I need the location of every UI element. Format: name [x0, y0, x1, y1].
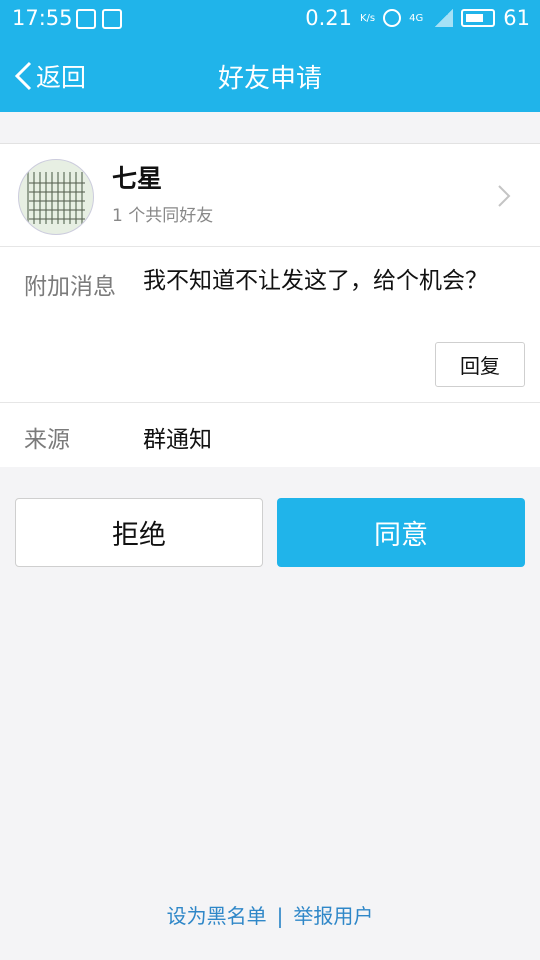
avatar-pattern-rows	[29, 180, 85, 220]
net-speed: 0.21	[305, 6, 352, 30]
accept-button[interactable]: 同意	[277, 498, 525, 567]
message-section: 附加消息 我不知道不让发这了，给个机会？ 回复	[0, 247, 540, 403]
page-title: 好友申请	[217, 64, 322, 94]
mutual-friends: 1 个共同好友	[112, 206, 214, 226]
user-name: 七星	[112, 164, 163, 193]
reject-button[interactable]: 拒绝	[15, 498, 263, 567]
network-type: 4G	[409, 12, 424, 24]
reply-button[interactable]: 回复	[435, 342, 525, 387]
chevron-right-icon	[498, 185, 511, 207]
status-time: 17:55	[12, 6, 73, 30]
notification-icon	[76, 9, 96, 29]
source-section: 来源 群通知	[0, 403, 540, 467]
status-bar: 17:55 0.21 K/s 4G 61	[0, 0, 540, 38]
footer-links: 设为黑名单 | 举报用户	[0, 900, 540, 929]
status-right: 0.21 K/s 4G 61	[305, 6, 530, 30]
blacklist-link[interactable]: 设为黑名单	[167, 904, 267, 928]
profile-row[interactable]: 七星 1 个共同好友	[0, 143, 540, 247]
upload-icon	[102, 9, 122, 29]
message-label: 附加消息	[24, 274, 116, 300]
battery-icon	[461, 9, 496, 27]
report-link[interactable]: 举报用户	[293, 904, 373, 928]
battery-level: 61	[503, 6, 530, 30]
avatar[interactable]	[18, 159, 94, 235]
net-speed-unit: K/s	[360, 12, 376, 24]
app-header: 17:55 0.21 K/s 4G 61 返回 好友申请	[0, 0, 540, 112]
alarm-icon	[383, 9, 402, 27]
footer-separator: |	[276, 904, 284, 928]
signal-icon	[431, 9, 454, 27]
source-label: 来源	[24, 427, 70, 453]
nav-bar: 返回 好友申请	[0, 50, 540, 100]
message-text: 我不知道不让发这了，给个机会？	[143, 268, 488, 294]
source-value: 群通知	[143, 427, 212, 453]
